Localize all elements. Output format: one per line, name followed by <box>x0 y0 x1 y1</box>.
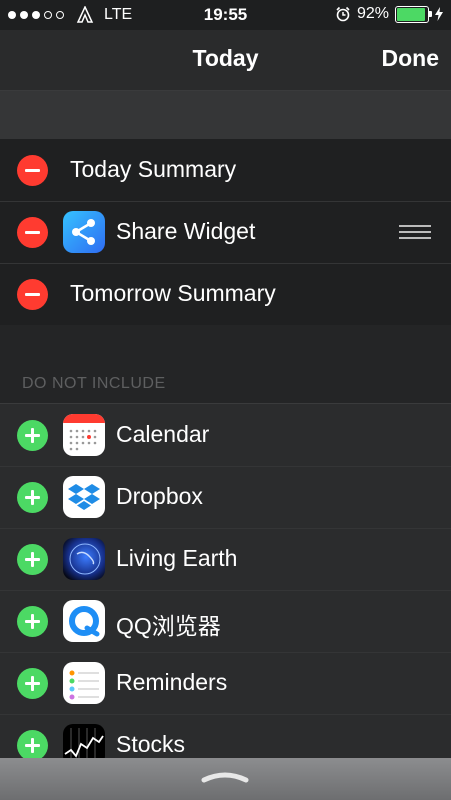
share-icon <box>63 211 105 253</box>
list-item: Tomorrow Summary <box>0 263 451 325</box>
widget-label: Dropbox <box>116 483 203 509</box>
list-item: Reminders <box>0 652 451 715</box>
done-button[interactable]: Done <box>382 45 440 72</box>
reminders-icon <box>63 662 105 704</box>
add-button[interactable] <box>17 482 48 513</box>
nav-bar: Today Done <box>0 30 451 91</box>
dropbox-icon <box>63 476 105 518</box>
reorder-handle-icon[interactable] <box>399 225 431 239</box>
add-button[interactable] <box>17 544 48 575</box>
status-bar: LTE 19:55 92% <box>0 0 451 30</box>
remove-button[interactable] <box>17 217 48 248</box>
widget-label: Stocks <box>116 731 186 757</box>
widget-label: Share Widget <box>116 218 256 244</box>
excluded-widgets-list: Calendar Dropbox Living Earth QQ浏览器 Remi… <box>0 404 451 766</box>
list-item: Share Widget <box>0 201 451 264</box>
widget-label: Tomorrow Summary <box>70 280 276 306</box>
widget-label: Today Summary <box>70 156 237 182</box>
widget-label: Calendar <box>116 421 210 447</box>
battery-percent: 92% <box>356 5 389 22</box>
battery-fill <box>397 7 425 21</box>
included-widgets-list: Today Summary Share Widget Tomorrow Summ… <box>0 139 451 325</box>
calendar-icon <box>63 414 105 456</box>
widget-label: Reminders <box>116 669 228 695</box>
earth-icon <box>63 538 105 580</box>
widget-label: QQ浏览器 <box>116 613 221 639</box>
widget-label: Living Earth <box>116 545 238 571</box>
list-item: Calendar <box>0 404 451 467</box>
qq-browser-icon <box>63 600 105 642</box>
remove-button[interactable] <box>17 155 48 186</box>
grabber-handle-icon[interactable] <box>200 770 250 784</box>
section-spacer <box>0 91 451 139</box>
section-header: DO NOT INCLUDE <box>22 375 166 392</box>
add-button[interactable] <box>17 606 48 637</box>
add-button[interactable] <box>17 730 48 761</box>
charging-bolt-icon <box>435 7 443 21</box>
list-item: Living Earth <box>0 528 451 591</box>
list-item: Dropbox <box>0 466 451 529</box>
alarm-icon <box>336 6 350 22</box>
list-item: Today Summary <box>0 139 451 202</box>
add-button[interactable] <box>17 668 48 699</box>
battery-icon <box>395 5 432 23</box>
list-item: QQ浏览器 <box>0 590 451 653</box>
add-button[interactable] <box>17 420 48 451</box>
remove-button[interactable] <box>17 279 48 310</box>
notification-center-bottom-bar[interactable] <box>0 758 451 800</box>
